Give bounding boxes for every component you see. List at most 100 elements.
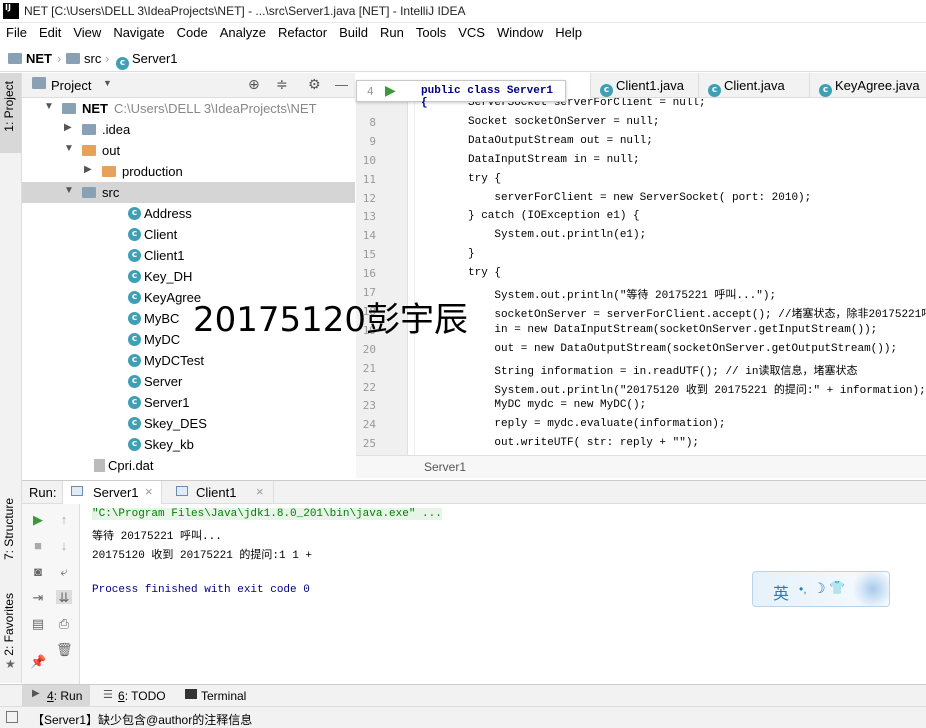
tree-item[interactable]: ▼ out [22,140,355,161]
class-icon: c [128,396,141,409]
tree-item[interactable]: c Address [22,203,355,224]
tool-tab-todo[interactable]: ☰ 6: TODO [100,685,175,706]
menu-edit[interactable]: Edit [39,23,61,40]
favorites-tool-tab[interactable]: 2: Favorites [2,593,16,656]
layout-icon[interactable]: ▤ [30,616,46,631]
breadcrumb-src[interactable]: src [66,51,101,66]
run-tab-server1[interactable]: Server1 × [62,481,162,504]
menu-window[interactable]: Window [497,23,543,40]
menu-run[interactable]: Run [380,23,404,40]
tree-item[interactable]: c Server1 [22,392,355,413]
soft-wrap-icon[interactable]: ⤶ [56,564,72,579]
code-line: serverForClient = new ServerSocket( port… [468,191,812,204]
code-editor[interactable]: ServerSocket serverForClient = null; 8 Soc… [356,98,926,455]
close-icon[interactable]: × [256,484,264,499]
chevron-down-icon[interactable]: ▼ [103,78,112,88]
editor-tab-client[interactable]: c Client.java [700,73,810,98]
tree-item-label: MyDCTest [144,353,204,368]
class-icon: c [819,84,832,97]
tree-item[interactable]: Cpri.dat [22,455,355,476]
menu-vcs[interactable]: VCS [458,23,485,40]
menu-build[interactable]: Build [339,23,368,40]
sticky-class-header: 4 ▶ public class Server1 { [356,80,566,109]
code-line: Socket socketOnServer = null; [468,115,660,128]
chevron-down-icon[interactable]: ▼ [44,101,54,112]
shirt-icon[interactable]: 👕 [829,580,845,596]
chevron-right-icon[interactable]: ▶ [64,122,72,133]
tree-item[interactable]: c Client [22,224,355,245]
up-arrow-icon[interactable]: ↑ [56,512,72,527]
chevron-right-icon[interactable]: ▶ [84,164,92,175]
scroll-to-end-icon[interactable]: ⇊ [56,590,72,605]
rerun-icon[interactable]: ▶ [30,512,46,527]
run-tab-label: Server1 [93,485,139,500]
gear-icon[interactable]: ⚙ [308,76,321,93]
camera-icon[interactable]: ◙ [30,564,46,579]
menu-view[interactable]: View [73,23,101,40]
class-icon: c [128,312,141,325]
folder-orange-icon [102,166,116,177]
close-icon[interactable]: × [145,484,153,499]
tool-tab-terminal[interactable]: Terminal [182,685,262,706]
trash-icon[interactable]: 🗑 [56,642,73,657]
run-tab-client1[interactable]: Client1 × [164,481,274,504]
moon-icon[interactable]: ☽ [813,580,826,597]
structure-tool-tab[interactable]: 7: Structure [2,498,16,560]
tree-item[interactable]: c Skey_kb [22,434,355,455]
menu-code[interactable]: Code [177,23,208,40]
collapse-all-icon[interactable]: ≑ [276,76,288,93]
editor-breadcrumb-item[interactable]: Server1 [424,460,466,474]
tree-item-label: MyDC [144,332,181,347]
menu-help[interactable]: Help [555,23,582,40]
locate-target-icon[interactable]: ⊕ [248,76,260,93]
pin-icon[interactable]: 📌 [30,654,46,669]
editor-tab-keyagree[interactable]: c KeyAgree.java [811,73,926,98]
class-icon: c [708,84,721,97]
project-tree: ▼ NET C:\Users\DELL 3\IdeaProjects\NET ▶ .id… [22,98,355,478]
chevron-down-icon[interactable]: ▼ [64,143,74,154]
status-panel-icon[interactable] [6,711,18,723]
menu-refactor[interactable]: Refactor [278,23,327,40]
breadcrumb-net[interactable]: NET [8,51,52,66]
folder-icon [82,124,96,135]
tree-item[interactable]: ▼ NET C:\Users\DELL 3\IdeaProjects\NET [22,98,355,119]
tree-item[interactable]: ▼ src [22,182,355,203]
chevron-down-icon[interactable]: ▼ [64,185,74,196]
tree-item[interactable]: c Key_DH [22,266,355,287]
breadcrumb-server1[interactable]: c Server1 [116,51,178,70]
menu-file[interactable]: File [6,23,27,40]
tree-item[interactable]: c MyDCTest [22,350,355,371]
code-line: } [468,248,475,261]
tree-item[interactable]: c Client1 [22,245,355,266]
login-icon[interactable]: ⇥ [30,590,46,605]
run-gutter-icon[interactable]: ▶ [385,82,396,99]
project-tool-tab[interactable]: 1: Project [0,73,21,153]
tree-item[interactable]: c Skey_DES [22,413,355,434]
run-panel-label: Run: [29,485,57,500]
stop-icon[interactable]: ■ [30,538,46,553]
project-view-selector[interactable]: Project [51,78,91,93]
sticky-code: public class Server1 { [421,85,554,109]
editor-tab-client1[interactable]: c Client1.java [592,73,699,98]
folder-orange-icon [82,145,96,156]
line-number: 12 [362,191,376,205]
tree-item[interactable]: c Server [22,371,355,392]
line-number: 16 [362,267,376,281]
ime-toolbar[interactable]: 英 •, ☽ 👕 [752,571,890,607]
print-icon[interactable]: ⎙ [56,616,72,631]
menu-tools[interactable]: Tools [416,23,446,40]
console-line: 等待 20175221 呼叫... [92,531,222,543]
down-arrow-icon[interactable]: ↓ [56,538,72,553]
line-number: 10 [362,153,376,167]
punctuation-icon[interactable]: •, [799,582,807,596]
tree-item[interactable]: ▶ production [22,161,355,182]
class-icon: c [128,291,141,304]
hide-icon[interactable]: — [335,77,348,92]
code-line: String information = in.readUTF(); // in… [468,365,858,378]
ime-mode-label[interactable]: 英 [773,580,789,604]
tree-item-label: NET [82,101,108,116]
menu-navigate[interactable]: Navigate [113,23,164,40]
menu-analyze[interactable]: Analyze [220,23,266,40]
tree-item[interactable]: ▶ .idea [22,119,355,140]
tool-tab-run[interactable]: ▶ 4: Run [22,685,90,706]
